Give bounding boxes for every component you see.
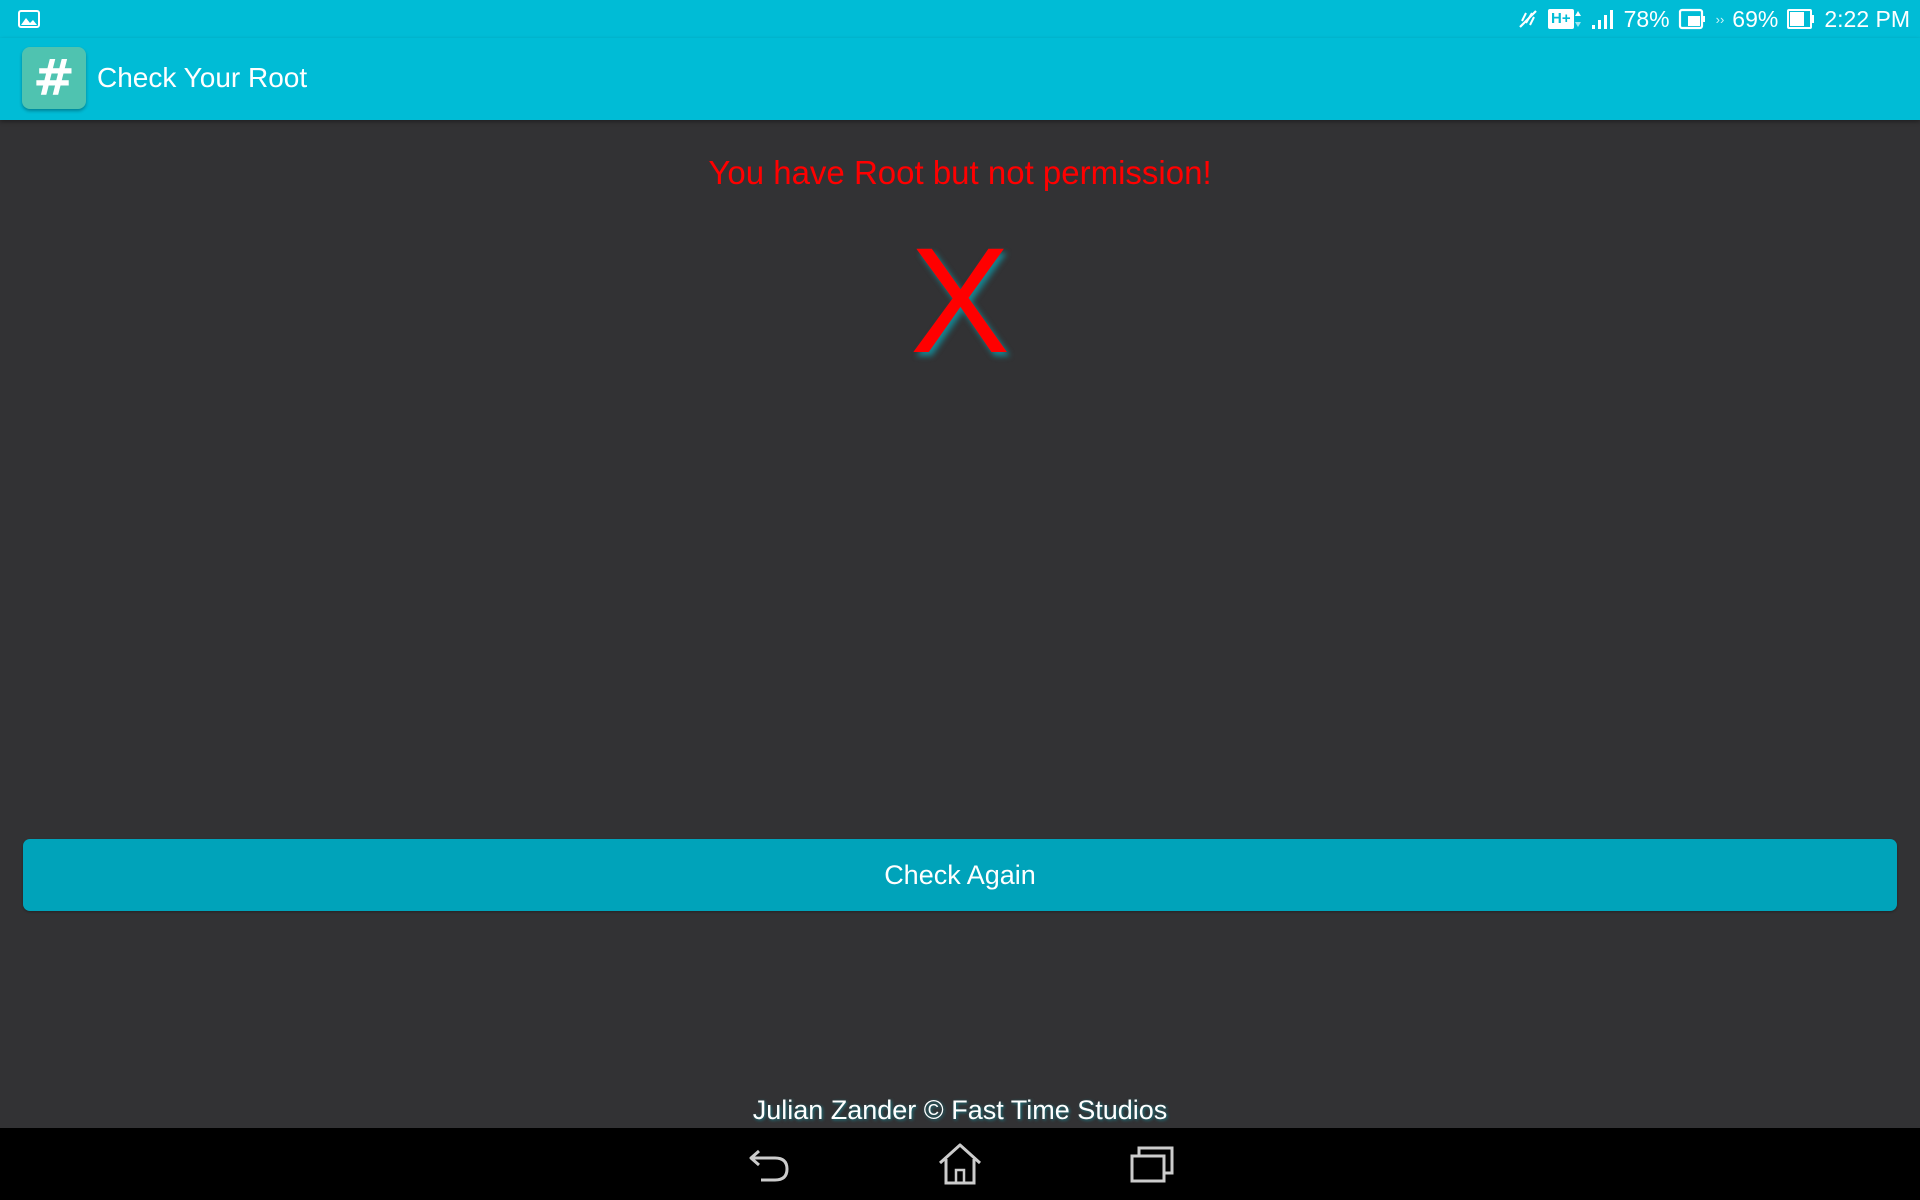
- tablet-battery-icon: [1678, 8, 1705, 30]
- signal-icon: [1591, 10, 1613, 29]
- app-bar: # Check Your Root: [0, 38, 1920, 120]
- navigation-bar: [0, 1128, 1920, 1200]
- back-button[interactable]: [739, 1138, 799, 1190]
- result-x-icon: X: [909, 216, 1011, 384]
- app-logo-icon: #: [22, 47, 86, 109]
- recents-button[interactable]: [1122, 1138, 1182, 1190]
- network-type: H+: [1547, 9, 1582, 29]
- home-button[interactable]: [930, 1138, 990, 1190]
- gallery-icon: [18, 10, 40, 28]
- check-again-button[interactable]: Check Again: [23, 839, 1897, 911]
- dock-arrows: ››: [1715, 11, 1725, 27]
- clock: 2:22 PM: [1824, 5, 1910, 32]
- home-icon: [938, 1143, 982, 1185]
- app-title: Check Your Root: [97, 62, 308, 93]
- credit-text: Julian Zander © Fast Time Studios: [752, 1095, 1168, 1125]
- battery-icon: [1787, 9, 1815, 29]
- status-bar: H+ 78% ›› 69% 2:22 PM: [0, 0, 1920, 38]
- vibrate-off-icon: [1519, 10, 1537, 28]
- battery-primary-text: 78%: [1623, 5, 1670, 32]
- back-icon: [749, 1149, 789, 1182]
- recents-icon: [1130, 1146, 1174, 1183]
- battery-secondary-text: 69%: [1732, 5, 1779, 32]
- screen: H+ 78% ›› 69% 2:22 PM # Check Your Root …: [0, 0, 1920, 1200]
- status-icons: H+ 78% ›› 69% 2:22 PM: [1516, 0, 1910, 38]
- root-status-message: You have Root but not permission!: [708, 154, 1212, 191]
